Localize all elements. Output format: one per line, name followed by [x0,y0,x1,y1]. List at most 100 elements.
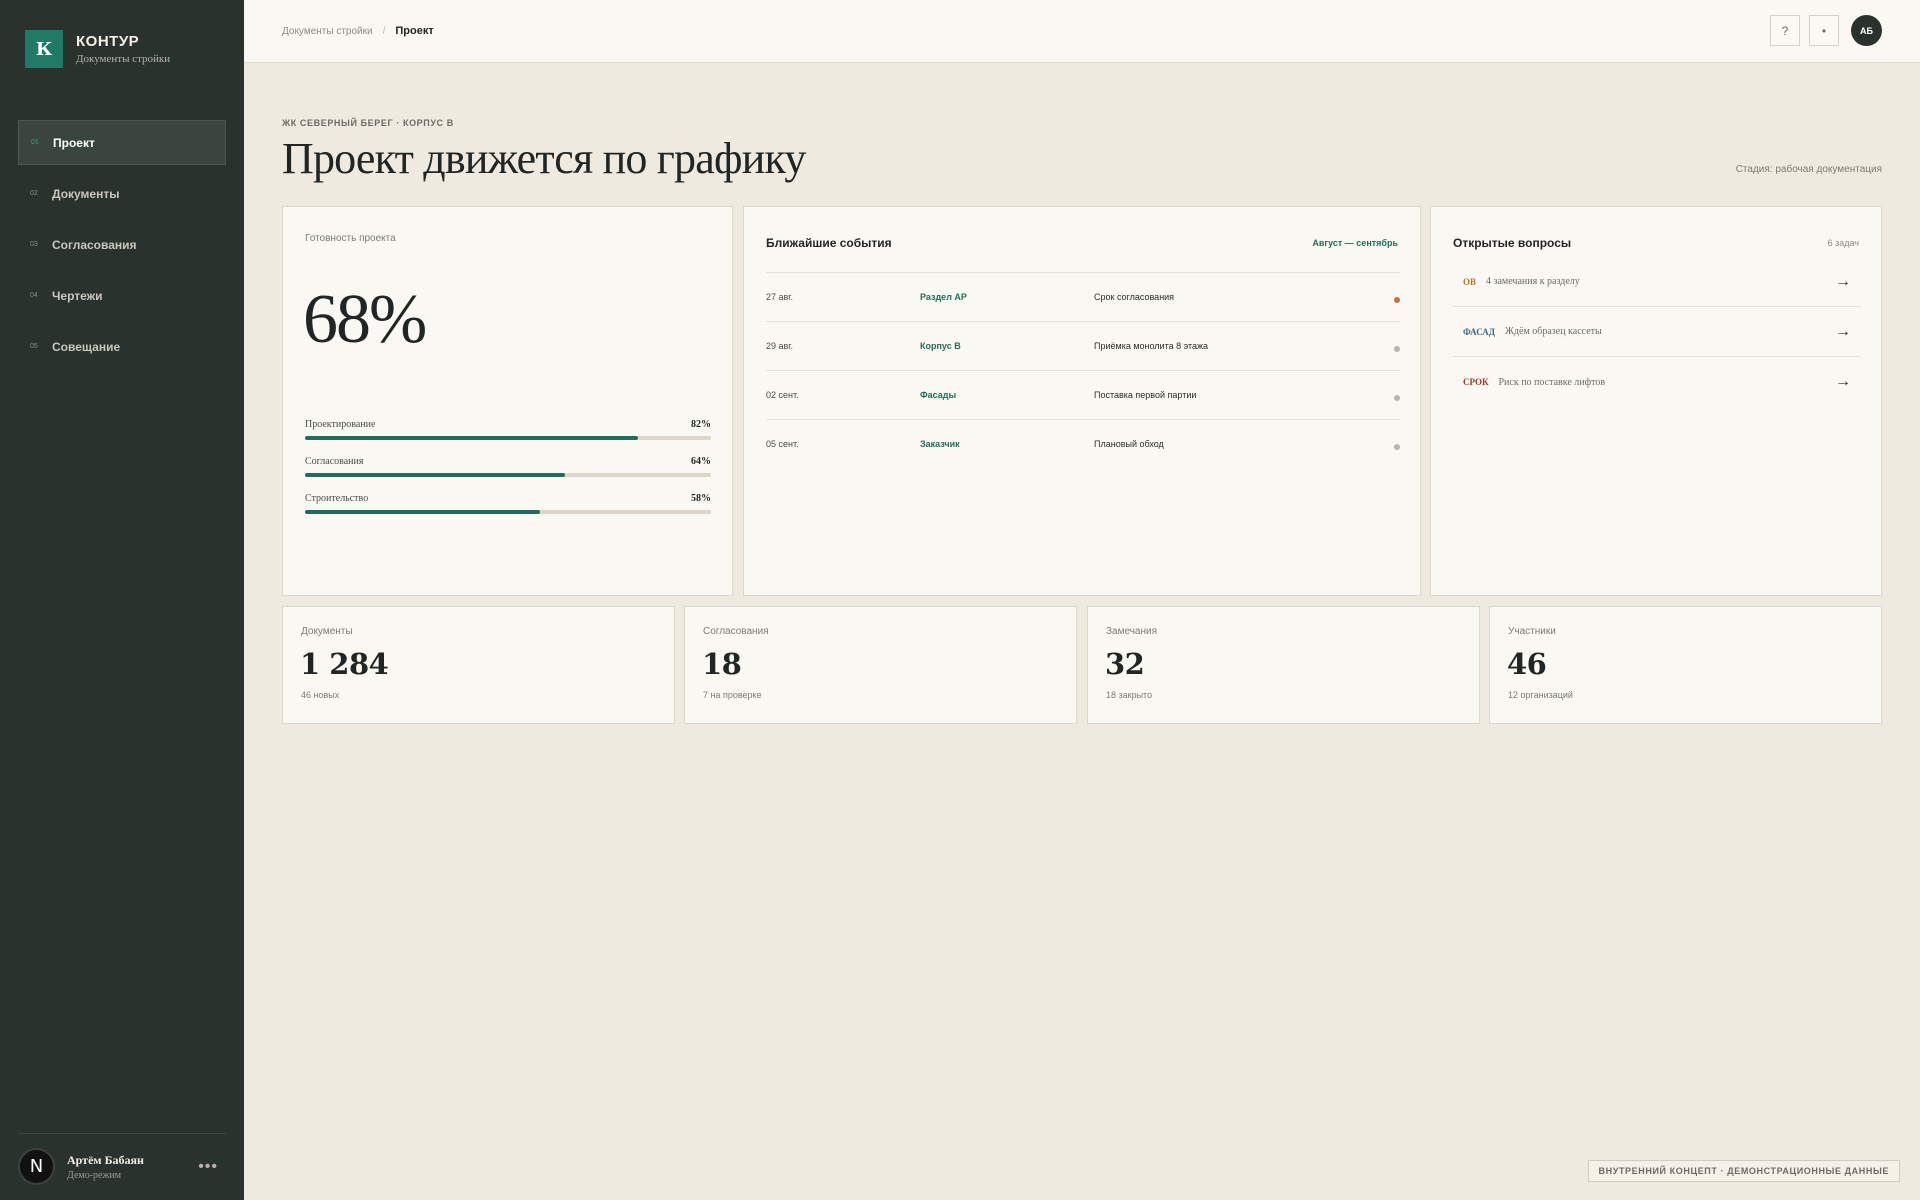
progress-row: Проектирование 82% [305,419,711,440]
user-avatar[interactable]: N [18,1148,55,1185]
event-tag: Корпус B [920,341,961,351]
arrow-right-icon: → [1835,272,1851,290]
page-title: Проект движется по графику [282,134,806,183]
breadcrumb-separator: / [382,25,386,37]
stat-subtext: 7 на проверке [703,690,762,700]
progress-row: Строительство 58% [305,493,711,514]
stat-card-documents[interactable]: Документы 1 284 46 новых [282,606,675,724]
nav-number: 05 [30,343,38,350]
readiness-value: 68% [303,281,427,358]
issues-list: ОВ 4 замечания к разделу → ФАСАД Ждём об… [1453,257,1861,407]
project-stage: Стадия: рабочая документация [1735,164,1882,175]
progress-value: 82% [691,419,711,430]
event-row[interactable]: 27 авг. Раздел АР Срок согласования [766,272,1400,321]
user-panel: N Артём Бабаян Демо-режим ••• [18,1133,226,1189]
project-eyebrow: ЖК СЕВЕРНЫЙ БЕРЕГ · КОРПУС B [282,118,454,128]
event-date: 27 авг. [766,292,793,302]
events-range-link[interactable]: Август — сентябрь [1312,238,1398,248]
stat-subtext: 46 новых [301,690,340,700]
progress-head: Проектирование 82% [305,419,711,430]
event-description: Срок согласования [1094,292,1175,302]
user-name: Артём Бабаян [67,1152,144,1167]
issues-card: Открытые вопросы 6 задач ОВ 4 замечания … [1430,206,1882,596]
progress-track [305,436,711,440]
issue-tag: СРОК [1463,377,1489,387]
event-status-dot-icon [1394,297,1400,303]
issue-row[interactable]: СРОК Риск по поставке лифтов → [1453,357,1861,407]
sidebar-item-project[interactable]: 01 Проект [18,120,226,165]
issue-row[interactable]: ОВ 4 замечания к разделу → [1453,257,1861,307]
issue-row[interactable]: ФАСАД Ждём образец кассеты → [1453,307,1861,357]
nav-label: Документы [52,186,120,201]
event-status-dot-icon [1394,395,1400,401]
event-description: Поставка первой партии [1094,390,1197,400]
stat-card-participants[interactable]: Участники 46 12 организаций [1489,606,1882,724]
nav-number: 04 [30,292,38,299]
progress-fill [305,436,638,440]
nav-number: 03 [30,241,38,248]
event-status-dot-icon [1394,346,1400,352]
stat-subtext: 18 закрыто [1106,690,1153,700]
sidebar-item-documents[interactable]: 02 Документы [18,171,226,216]
progress-track [305,473,711,477]
progress-fill [305,510,541,514]
progress-track [305,510,711,514]
events-list: 27 авг. Раздел АР Срок согласования 29 а… [766,272,1400,468]
issues-count: 6 задач [1827,238,1859,248]
header-actions: ? • АБ [1761,15,1882,46]
breadcrumb-root[interactable]: Документы стройки [282,26,373,37]
header-avatar[interactable]: АБ [1851,15,1882,46]
issue-tag: ФАСАД [1463,326,1495,337]
event-description: Приёмка монолита 8 этажа [1094,341,1209,351]
issue-tag: ОВ [1463,276,1477,287]
help-button[interactable]: ? [1770,15,1800,46]
notifications-button[interactable]: • [1809,15,1839,46]
stat-value: 32 [1105,647,1145,681]
more-options-icon[interactable]: ••• [198,1158,218,1176]
stat-card-remarks[interactable]: Замечания 32 18 закрыто [1087,606,1480,724]
demo-badge: ВНУТРЕННИЙ КОНЦЕПТ · ДЕМОНСТРАЦИОННЫЕ ДА… [1587,1160,1900,1182]
nav-number: 02 [30,190,38,197]
brand[interactable]: К КОНТУР Документы стройки [25,30,170,68]
issue-text: Риск по поставке лифтов [1498,376,1606,388]
user-role: Демо-режим [67,1169,122,1181]
event-tag: Заказчик [920,439,960,449]
event-row[interactable]: 05 сент. Заказчик Плановый обход [766,419,1400,468]
user-info: Артём Бабаян Демо-режим [67,1153,144,1181]
progress-label: Согласования [305,456,364,467]
event-row[interactable]: 02 сент. Фасады Поставка первой партии [766,370,1400,419]
stat-label: Участники [1508,626,1556,637]
issues-title: Открытые вопросы [1453,236,1572,250]
progress-head: Строительство 58% [305,493,711,504]
brand-subtitle: Документы стройки [76,53,171,65]
event-date: 05 сент. [766,439,799,449]
sidebar: К КОНТУР Документы стройки 01 Проект 02 … [0,0,244,1200]
sidebar-item-meeting[interactable]: 05 Совещание [18,324,226,369]
progress-label: Строительство [305,493,369,504]
sidebar-nav: 01 Проект 02 Документы 03 Согласования 0… [18,120,226,375]
sidebar-item-drawings[interactable]: 04 Чертежи [18,273,226,318]
progress-value: 58% [691,493,711,504]
progress-bars: Проектирование 82% Согласования 64% Стро… [305,419,711,530]
events-card: Ближайшие события Август — сентябрь 27 а… [743,206,1421,596]
brand-name: КОНТУР [76,33,140,50]
brand-text: КОНТУР Документы стройки [76,33,170,65]
stat-card-approvals[interactable]: Согласования 18 7 на проверке [684,606,1077,724]
event-row[interactable]: 29 авг. Корпус B Приёмка монолита 8 этаж… [766,321,1400,370]
brand-logo-icon: К [25,30,63,68]
stat-subtext: 12 организаций [1508,690,1573,700]
stat-value: 1 284 [300,647,389,681]
stat-value: 18 [702,647,742,681]
nav-label: Согласования [52,237,137,252]
event-description: Плановый обход [1094,439,1164,449]
event-tag: Раздел АР [920,292,967,302]
nav-label: Совещание [52,339,121,354]
sidebar-item-approvals[interactable]: 03 Согласования [18,222,226,267]
progress-row: Согласования 64% [305,456,711,477]
issue-text: Ждём образец кассеты [1504,326,1602,337]
breadcrumb-current: Проект [395,25,434,37]
nav-label: Проект [53,135,95,150]
progress-value: 64% [691,456,711,467]
arrow-right-icon: → [1835,373,1851,390]
nav-label: Чертежи [52,288,103,303]
